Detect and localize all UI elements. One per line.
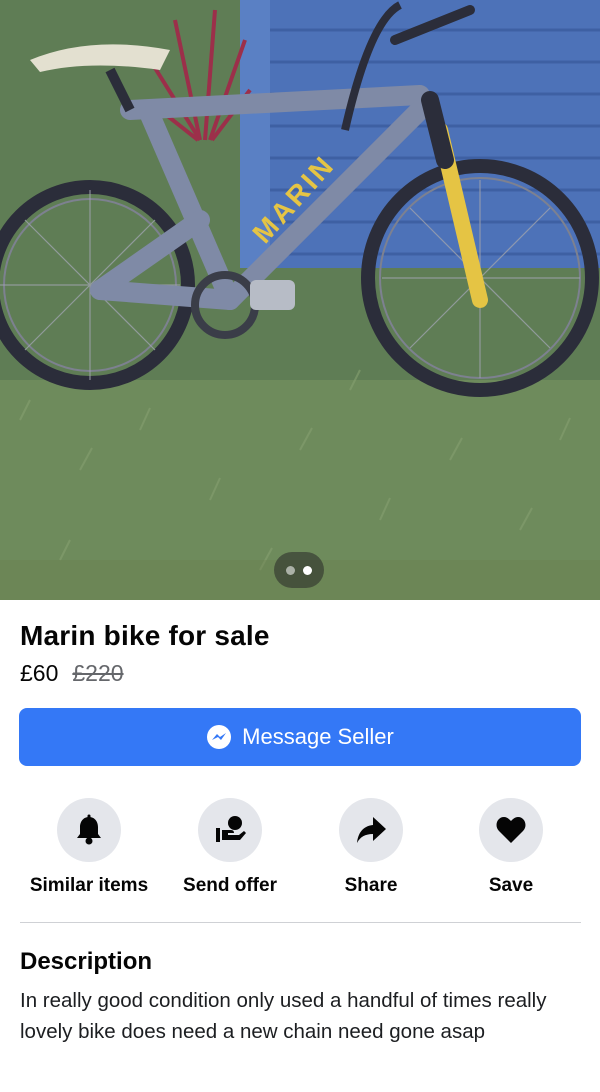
save-label: Save: [488, 875, 534, 896]
offer-hand-icon: [198, 798, 262, 862]
description-text: In really good condition only used a han…: [20, 989, 547, 1043]
current-price: £60: [20, 660, 59, 686]
save-button[interactable]: Save: [441, 798, 581, 897]
similar-items-button[interactable]: Similar items: [19, 798, 159, 897]
price-row: £60 £220: [20, 660, 124, 687]
message-seller-button[interactable]: Message Seller: [19, 708, 581, 766]
pager-dot-active[interactable]: [303, 565, 312, 575]
listing-photo[interactable]: MARIN: [0, 0, 600, 600]
description-heading: Description: [20, 948, 153, 975]
action-bar: Similar items Send offer Share Save: [0, 798, 600, 898]
bike-photo-illustration: MARIN: [0, 0, 600, 600]
share-label: Share: [344, 875, 398, 896]
heart-icon: [479, 798, 543, 862]
send-offer-button[interactable]: Send offer: [160, 798, 300, 897]
messenger-icon: [206, 724, 232, 750]
similar-items-label: Similar items: [29, 875, 149, 896]
listing-title: Marin bike for sale: [20, 620, 270, 651]
send-offer-label: Send offer: [183, 875, 277, 896]
share-button[interactable]: Share: [301, 798, 441, 897]
share-arrow-icon: [339, 798, 403, 862]
original-price: £220: [72, 660, 124, 686]
section-divider: [20, 922, 581, 923]
message-seller-label: Message Seller: [242, 724, 394, 749]
photo-pager[interactable]: [274, 552, 324, 588]
pager-dot[interactable]: [286, 565, 295, 575]
bell-icon: [57, 798, 121, 862]
